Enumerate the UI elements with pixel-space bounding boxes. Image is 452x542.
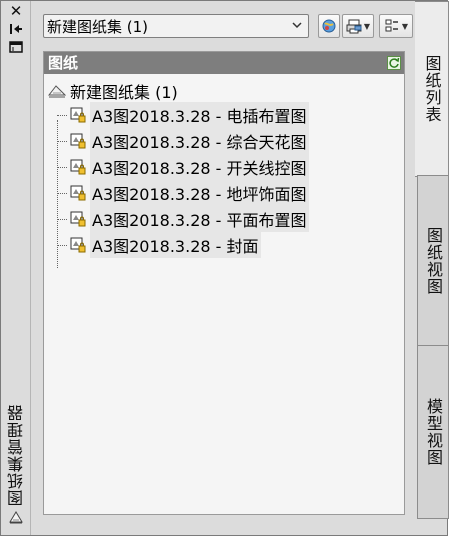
properties-icon[interactable] [7, 39, 25, 55]
tab-label: 模型视图 [424, 398, 443, 466]
sheet-locked-icon [70, 185, 86, 201]
sheet-locked-icon [70, 107, 86, 123]
sheet-item-label: A3图2018.3.28 - 电插布置图 [90, 102, 309, 128]
tab-sheet-views[interactable]: 图纸视图 [417, 175, 449, 347]
dropdown-arrow-icon: ▼ [363, 21, 371, 31]
sheet-list-panel: 图纸 新建图纸集 (1) A3图2018.3.28 - 电插布置图 A3图201… [43, 51, 405, 515]
toolbar: 新建图纸集 (1) ▼ ▼ [41, 14, 413, 40]
sheet-set-icon [48, 85, 66, 98]
sheet-item-label: A3图2018.3.28 - 地坪饰面图 [90, 180, 309, 206]
sheet-list-header: 图纸 [44, 52, 404, 74]
sheet-item[interactable]: A3图2018.3.28 - 平面布置图 [44, 206, 404, 232]
sheet-item[interactable]: A3图2018.3.28 - 开关线控图 [44, 154, 404, 180]
tree-root-node[interactable]: 新建图纸集 (1) [44, 80, 404, 102]
publish-to-web-button[interactable] [318, 14, 340, 38]
sheet-locked-icon [70, 133, 86, 149]
refresh-icon[interactable] [387, 56, 401, 70]
tab-label: 图纸列表 [422, 55, 442, 123]
sheet-locked-icon [70, 237, 86, 253]
tab-sheet-list[interactable]: 图纸列表 [415, 1, 449, 177]
dropdown-arrow-icon: ▼ [401, 21, 409, 31]
printer-icon [346, 19, 362, 34]
tree-connector [57, 219, 67, 220]
publish-button[interactable]: ▼ [342, 14, 374, 38]
tree-connector [57, 167, 67, 168]
sheet-list-header-label: 图纸 [48, 54, 79, 72]
sheet-set-manager-window: ✕ 图纸集管理器 新建图纸集 (1) ▼ ▼ 图纸 新建图纸集 (1) A3图2… [0, 0, 449, 536]
sheet-set-dropdown-value: 新建图纸集 (1) [47, 17, 149, 36]
sheet-tree: 新建图纸集 (1) A3图2018.3.28 - 电插布置图 A3图2018.3… [44, 74, 404, 268]
tree-connector [57, 141, 67, 142]
sheet-item[interactable]: A3图2018.3.28 - 综合天花图 [44, 128, 404, 154]
palette-title-strip: ✕ 图纸集管理器 [1, 1, 31, 535]
tab-model-views[interactable]: 模型视图 [417, 345, 449, 519]
close-icon[interactable]: ✕ [7, 3, 25, 19]
sheet-set-dropdown[interactable]: 新建图纸集 (1) [43, 14, 309, 38]
tree-connector [57, 115, 67, 116]
palette-title: 图纸集管理器 [7, 404, 26, 506]
tree-connector [57, 193, 67, 194]
sheet-selections-icon [385, 19, 398, 32]
sheet-item-label: A3图2018.3.28 - 封面 [90, 232, 261, 258]
sheet-item[interactable]: A3图2018.3.28 - 封面 [44, 232, 404, 258]
sheet-item-label: A3图2018.3.28 - 平面布置图 [90, 206, 309, 232]
tree-connector [57, 245, 67, 246]
sheet-item[interactable]: A3图2018.3.28 - 地坪饰面图 [44, 180, 404, 206]
tab-label: 图纸视图 [424, 227, 443, 295]
chevron-down-icon [291, 18, 303, 36]
palette-body: 新建图纸集 (1) ▼ ▼ 图纸 新建图纸集 (1) A3图2018.3.28 … [33, 5, 415, 517]
sheet-locked-icon [70, 211, 86, 227]
sheet-item-label: A3图2018.3.28 - 开关线控图 [90, 154, 309, 180]
globe-icon [322, 19, 336, 33]
sheet-locked-icon [70, 159, 86, 175]
sheet-item[interactable]: A3图2018.3.28 - 电插布置图 [44, 102, 404, 128]
tree-root-label: 新建图纸集 (1) [70, 83, 178, 102]
sheet-set-icon [8, 509, 24, 525]
sheet-selections-button[interactable]: ▼ [379, 14, 413, 38]
sheet-item-label: A3图2018.3.28 - 综合天花图 [90, 128, 309, 154]
autohide-icon[interactable] [7, 21, 25, 37]
